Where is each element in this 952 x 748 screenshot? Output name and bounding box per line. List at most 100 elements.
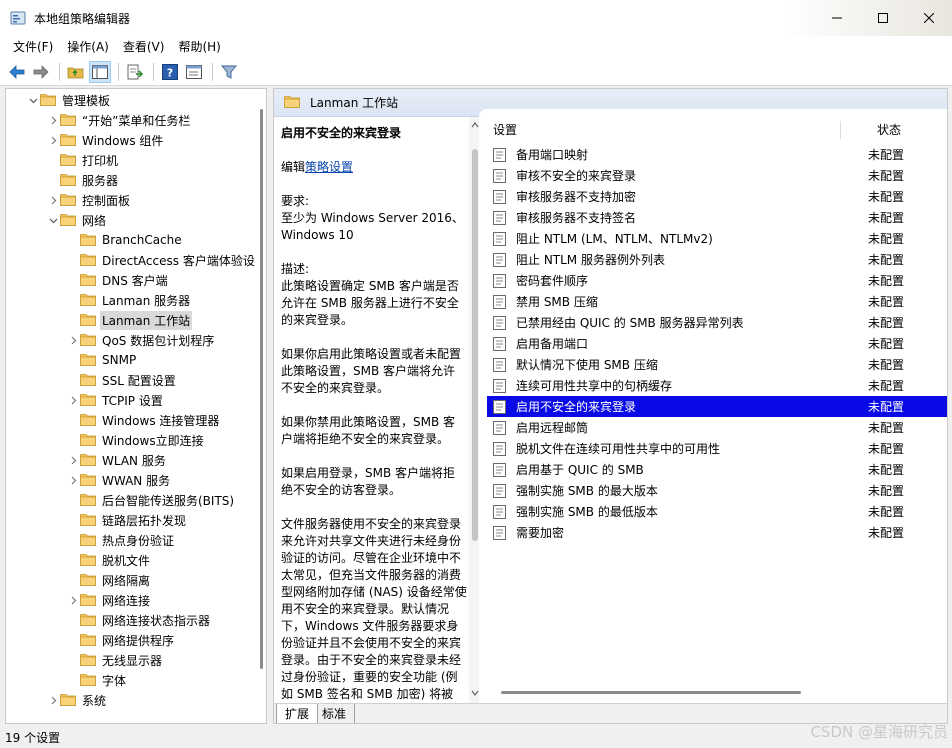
tree-item[interactable]: 热点身份验证 [66,530,174,550]
forward-button[interactable] [30,61,52,83]
filter-button[interactable] [218,61,240,83]
chevron-right-icon[interactable] [66,590,80,610]
tree-item[interactable]: Lanman 工作站 [66,310,193,330]
chevron-right-icon[interactable] [46,690,60,710]
tree-item[interactable]: BranchCache [66,230,182,250]
table-row[interactable]: 密码套件顺序 未配置 [487,270,947,291]
tree-item-label: Lanman 工作站 [100,310,193,330]
table-row[interactable]: 阻止 NTLM 服务器例外列表 未配置 [487,249,947,270]
tree-item-label: SSL 配置设置 [102,373,176,388]
tab-extended[interactable]: 扩展 [276,704,319,723]
tree-item[interactable]: 系统 [46,690,106,710]
menu-action[interactable]: 操作(A) [60,36,116,58]
settings-list[interactable]: 设置 状态 备用端口映射 未配置 审核不安全的来宾登录 未配置 审核服务器不支持加密 未配… [479,109,947,703]
tree-item[interactable]: 管理模板 [26,90,110,110]
tree-item[interactable]: Windows 连接管理器 [66,410,219,430]
tree-item[interactable]: SNMP [66,350,136,370]
tree-item[interactable]: 网络提供程序 [66,630,174,650]
table-row[interactable]: 禁用 SMB 压缩 未配置 [487,291,947,312]
table-row[interactable]: 审核不安全的来宾登录 未配置 [487,165,947,186]
tree-item[interactable]: 网络 [46,210,106,230]
list-hscroll-thumb[interactable] [501,691,801,694]
tree-item[interactable]: 无线显示器 [66,650,162,670]
tree-item[interactable]: 脱机文件 [66,550,150,570]
table-row[interactable]: 启用远程邮筒 未配置 [487,417,947,438]
table-row[interactable]: 脱机文件在连续可用性共享中的可用性 未配置 [487,438,947,459]
table-row[interactable]: 需要加密 未配置 [487,522,947,543]
tree-item[interactable]: WLAN 服务 [66,450,166,470]
back-button[interactable] [6,61,28,83]
tree-item[interactable]: SSL 配置设置 [66,370,176,390]
table-row[interactable]: 强制实施 SMB 的最大版本 未配置 [487,480,947,501]
minimize-button[interactable] [814,0,860,36]
tree-item[interactable]: TCPIP 设置 [66,390,163,410]
chevron-down-icon[interactable] [46,210,60,230]
menu-file[interactable]: 文件(F) [6,36,60,58]
menu-help[interactable]: 帮助(H) [171,36,227,58]
help-button[interactable]: ? [159,61,181,83]
export-list-button[interactable] [124,61,146,83]
tree-item[interactable]: DirectAccess 客户端体验设 [66,250,255,270]
scroll-up-arrow-icon[interactable] [471,121,479,129]
chevron-right-icon[interactable] [66,390,80,410]
menu-view[interactable]: 查看(V) [116,36,172,58]
policy-setting-icon [493,252,507,267]
tree-item[interactable]: 打印机 [46,150,118,170]
setting-name: 强制实施 SMB 的最大版本 [516,484,658,498]
chevron-right-icon[interactable] [46,130,60,150]
chevron-right-icon[interactable] [46,190,60,210]
table-row[interactable]: 审核服务器不支持加密 未配置 [487,186,947,207]
description-scrollbar-thumb[interactable] [472,149,478,541]
tree-item[interactable]: DNS 客户端 [66,270,168,290]
chevron-right-icon[interactable] [66,450,80,470]
up-one-level-button[interactable] [65,61,87,83]
tab-standard[interactable]: 标准 [314,704,356,723]
chevron-down-icon[interactable] [26,90,40,110]
properties-button[interactable] [183,61,205,83]
tree-item[interactable]: WWAN 服务 [66,470,170,490]
tree-item[interactable]: 链路层拓扑发现 [66,510,186,530]
console-tree[interactable]: 管理模板 “开始”菜单和任务栏 Windows 组件 打印机 服务器 控制面板 网络 Bran… [5,88,267,724]
policy-setting-icon [493,231,507,246]
table-row[interactable]: 已禁用经由 QUIC 的 SMB 服务器异常列表 未配置 [487,312,947,333]
tree-item[interactable]: QoS 数据包计划程序 [66,330,214,350]
table-row[interactable]: 启用基于 QUIC 的 SMB 未配置 [487,459,947,480]
tree-item[interactable]: Windows立即连接 [66,430,204,450]
setting-state: 未配置 [868,169,905,183]
edit-policy-settings-link[interactable]: 策略设置 [305,160,353,174]
tree-item[interactable]: Lanman 服务器 [66,290,190,310]
tree-item[interactable]: Windows 组件 [46,130,163,150]
close-button[interactable] [906,0,952,36]
tree-item-label: Windows 连接管理器 [102,413,220,428]
list-horizontal-scrollbar[interactable] [501,687,941,697]
maximize-button[interactable] [860,0,906,36]
chevron-right-icon[interactable] [66,470,80,490]
table-row[interactable]: 强制实施 SMB 的最低版本 未配置 [487,501,947,522]
requirements-value: 至少为 Windows Server 2016、Windows 10 [281,211,464,242]
tree-item[interactable]: 网络连接状态指示器 [66,610,210,630]
tree-item[interactable]: “开始”菜单和任务栏 [46,110,190,130]
table-row[interactable]: 备用端口映射 未配置 [487,144,947,165]
tree-scrollbar-thumb[interactable] [260,109,263,669]
chevron-right-icon[interactable] [66,330,80,350]
chevron-right-icon[interactable] [46,110,60,130]
show-hide-console-tree-button[interactable] [89,60,111,83]
watermark: CSDN @星海研究员 [810,723,948,741]
tree-item[interactable]: 网络连接 [66,590,150,610]
table-row[interactable]: 审核服务器不支持签名 未配置 [487,207,947,228]
tree-item[interactable]: 后台智能传送服务(BITS) [66,490,234,510]
table-row[interactable]: 连续可用性共享中的句柄缓存 未配置 [487,375,947,396]
table-row[interactable]: 启用不安全的来宾登录 未配置 [487,396,947,417]
tree-item[interactable]: 字体 [66,670,126,690]
tree-item[interactable]: 网络隔离 [66,570,150,590]
column-header-setting[interactable]: 设置 [493,119,517,141]
column-header-state[interactable]: 状态 [877,119,901,141]
table-row[interactable]: 启用备用端口 未配置 [487,333,947,354]
scroll-down-arrow-icon[interactable] [471,689,479,697]
table-row[interactable]: 阻止 NTLM (LM、NTLM、NTLMv2) 未配置 [487,228,947,249]
tree-scrollbar[interactable] [258,89,266,723]
tree-item[interactable]: 服务器 [46,170,118,190]
table-row[interactable]: 默认情况下使用 SMB 压缩 未配置 [487,354,947,375]
tree-item[interactable]: 控制面板 [46,190,130,210]
